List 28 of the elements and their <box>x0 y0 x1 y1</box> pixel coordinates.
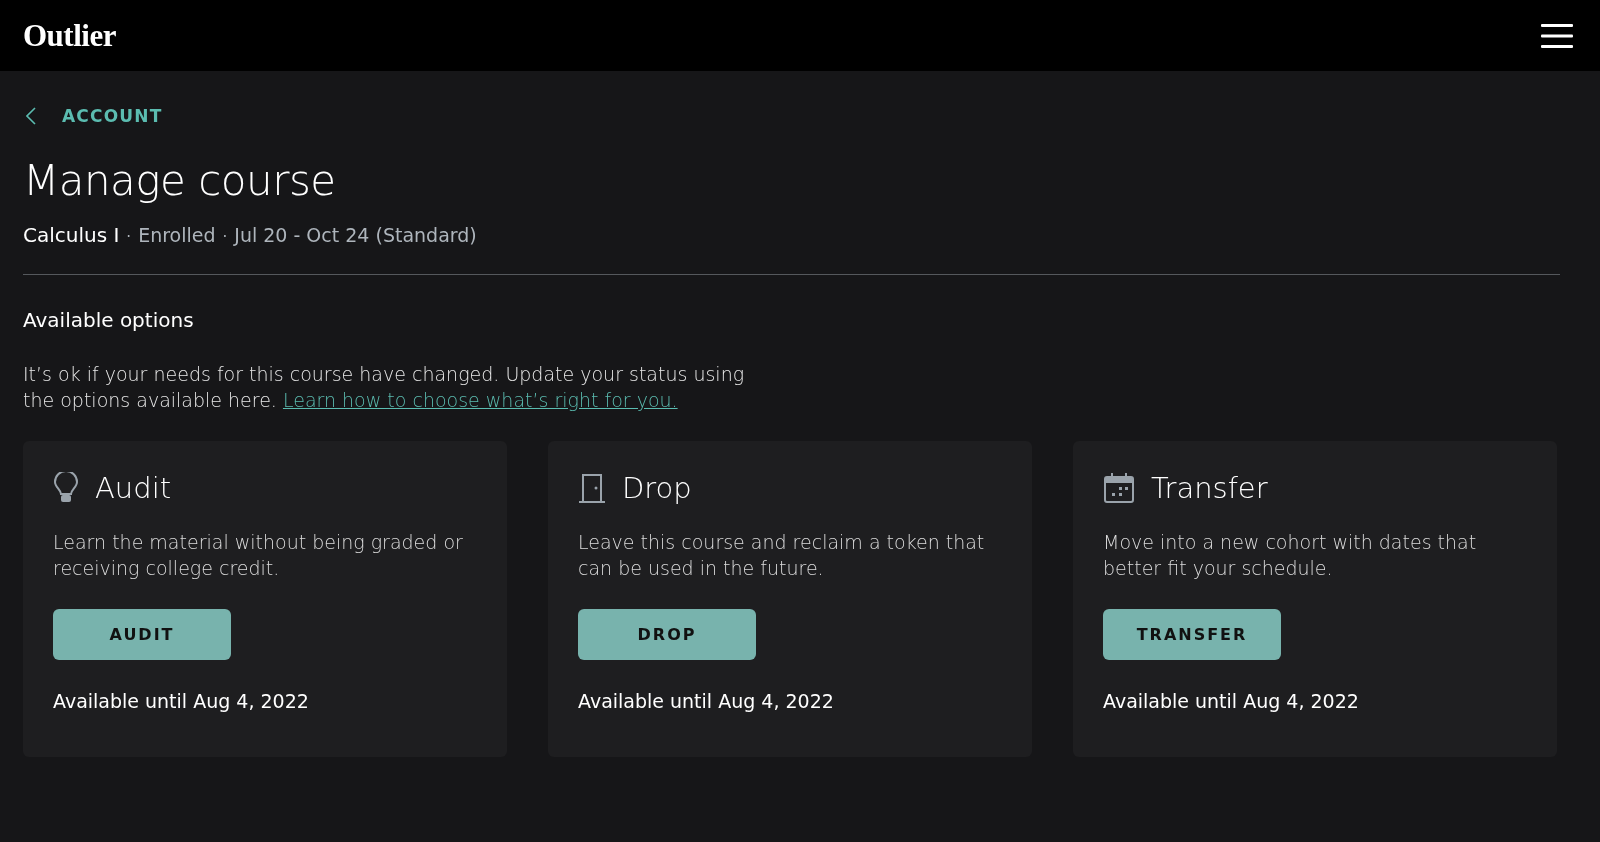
page-title: Manage course <box>23 156 337 207</box>
lightbulb-icon <box>53 472 79 505</box>
availability-date: Available until Aug 4, 2022 <box>53 690 310 713</box>
back-link[interactable]: ACCOUNT <box>23 106 163 126</box>
option-button[interactable]: AUDIT <box>53 609 231 661</box>
availability-date: Available until Aug 4, 2022 <box>1103 690 1360 713</box>
separator-dot: · <box>222 228 228 247</box>
option-description: Leave this course and reclaim a token that can be used in the future. <box>578 530 986 582</box>
separator-dot: · <box>126 228 132 247</box>
option-description: Move into a new cohort with dates that better fit your schedule. <box>1103 530 1478 582</box>
intro-paragraph: It’s ok if your needs for this course have changed. Update your status using the options available here. Learn how to choose what’s right for you. <box>23 362 746 414</box>
course-name: Calculus I <box>23 223 120 248</box>
option-button[interactable]: TRANSFER <box>1103 609 1281 661</box>
calendar-icon <box>1103 472 1135 505</box>
option-title: Audit <box>95 471 172 506</box>
section-title: Available options <box>23 308 195 333</box>
door-icon <box>578 473 606 504</box>
option-button[interactable]: DROP <box>578 609 756 661</box>
logo[interactable]: Outlier <box>23 17 116 54</box>
option-description: Learn the material without being graded or receiving college credit. <box>53 530 464 582</box>
help-link[interactable]: Learn how to choose what’s right for you. <box>282 389 678 412</box>
menu-icon[interactable] <box>1541 22 1573 49</box>
option-title: Drop <box>622 471 692 506</box>
chevron-left-icon <box>26 107 36 125</box>
option-title: Transfer <box>1151 471 1268 506</box>
course-dates: Jul 20 - Oct 24 (Standard) <box>234 224 477 247</box>
enrollment-status: Enrolled <box>138 224 216 247</box>
availability-date: Available until Aug 4, 2022 <box>578 690 835 713</box>
